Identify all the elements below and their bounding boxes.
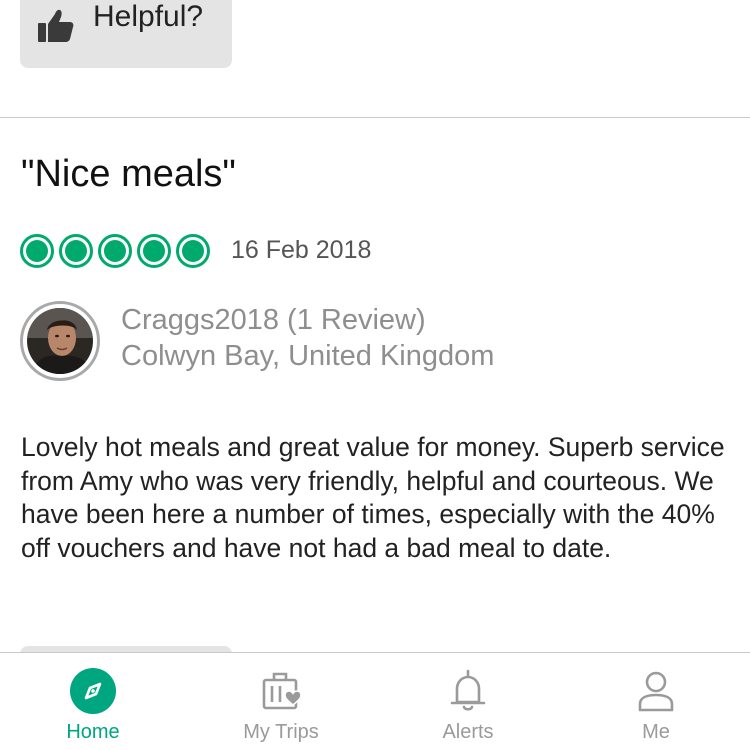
tab-home[interactable]: Home bbox=[23, 653, 163, 750]
compass-icon bbox=[70, 668, 116, 714]
rating-bubble-icon bbox=[59, 234, 93, 268]
tab-alerts[interactable]: Alerts bbox=[398, 653, 538, 750]
avatar-photo bbox=[27, 308, 93, 374]
review-date: 16 Feb 2018 bbox=[231, 236, 372, 264]
tab-me[interactable]: Me bbox=[586, 653, 726, 750]
tab-label: Me bbox=[642, 721, 670, 743]
avatar[interactable] bbox=[20, 301, 100, 381]
person-icon bbox=[638, 671, 674, 712]
tab-label: Home bbox=[66, 721, 120, 743]
thumbs-up-icon bbox=[38, 9, 74, 43]
tab-label: My Trips bbox=[243, 721, 319, 743]
reviewer-location: Colwyn Bay, United Kingdom bbox=[121, 340, 495, 372]
rating-bubbles bbox=[20, 231, 215, 271]
rating-bubble-icon bbox=[20, 234, 54, 268]
bell-icon bbox=[450, 669, 486, 711]
review-screen: Helpful? "Nice meals" 16 Feb 2018 Craggs… bbox=[0, 0, 750, 750]
rating-bubble-icon bbox=[98, 234, 132, 268]
helpful-label: Helpful? bbox=[93, 0, 204, 33]
helpful-button[interactable]: Helpful? bbox=[20, 0, 232, 68]
review-title[interactable]: "Nice meals" bbox=[21, 153, 236, 196]
tab-my-trips[interactable]: My Trips bbox=[211, 653, 351, 750]
suitcase-heart-icon bbox=[262, 672, 302, 710]
tab-label: Alerts bbox=[442, 721, 494, 743]
review-body: Lovely hot meals and great value for mon… bbox=[21, 432, 725, 563]
reviewer-name[interactable]: Craggs2018 (1 Review) bbox=[121, 304, 426, 337]
divider bbox=[0, 117, 750, 118]
tab-bar: Home My Trips Alerts Me bbox=[0, 652, 750, 750]
rating-bubble-icon bbox=[137, 234, 171, 268]
rating-bubble-icon bbox=[176, 234, 210, 268]
